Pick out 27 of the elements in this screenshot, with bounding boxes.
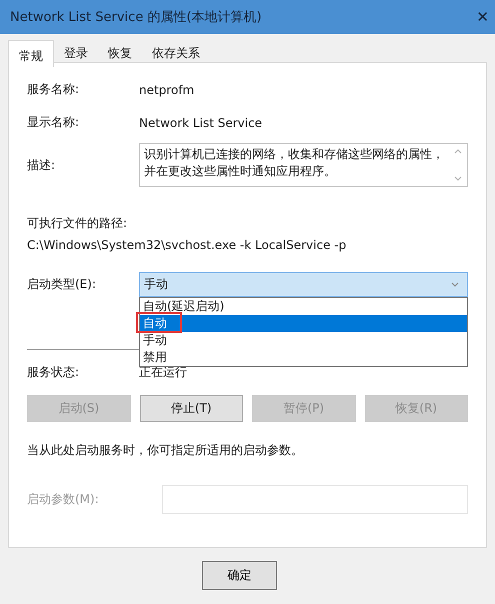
field-value: C:\Windows\System32\svchost.exe -k LocalService -p [27,238,348,252]
window-title: Network List Service 的属性(本地计算机) [10,9,262,26]
close-button[interactable]: ✕ [476,8,489,26]
chevron-down-icon [451,282,459,287]
field-label: 启动参数(M): [27,491,100,508]
field-label: 服务名称: [27,81,80,98]
dropdown-option[interactable]: 自动(延迟启动) [140,298,467,315]
tab[interactable]: 依存关系 [142,40,210,62]
field-value: Network List Service [139,116,262,130]
field-label: 描述: [27,157,56,174]
input-field[interactable] [162,485,468,514]
description-box[interactable]: 识别计算机已连接的网络，收集和存储这些网络的属性，并在更改这些属性时通知应用程序。 [139,143,468,187]
tab[interactable]: 恢复 [98,40,142,62]
dropdown-option[interactable]: 手动 [140,332,467,349]
field-label: 服务状态: [27,364,80,381]
field-value: 正在运行 [139,364,187,381]
dropdown-option[interactable]: 禁用 [140,349,467,366]
hint-text: 当从此处启动服务时，你可指定所适用的启动参数。 [27,442,304,459]
field-label: 启动类型(E): [27,276,97,293]
field-label: 可执行文件的路径: [27,215,128,232]
field-label: 显示名称: [27,114,80,131]
tab[interactable]: 常规 [8,40,54,67]
tab[interactable]: 登录 [54,40,98,62]
field-value: netprofm [139,82,194,96]
service-button[interactable]: 停止(T) [140,395,243,422]
startup-type-dropdown[interactable]: 手动 [139,272,468,297]
dialog-button[interactable]: 确定 [202,561,277,590]
